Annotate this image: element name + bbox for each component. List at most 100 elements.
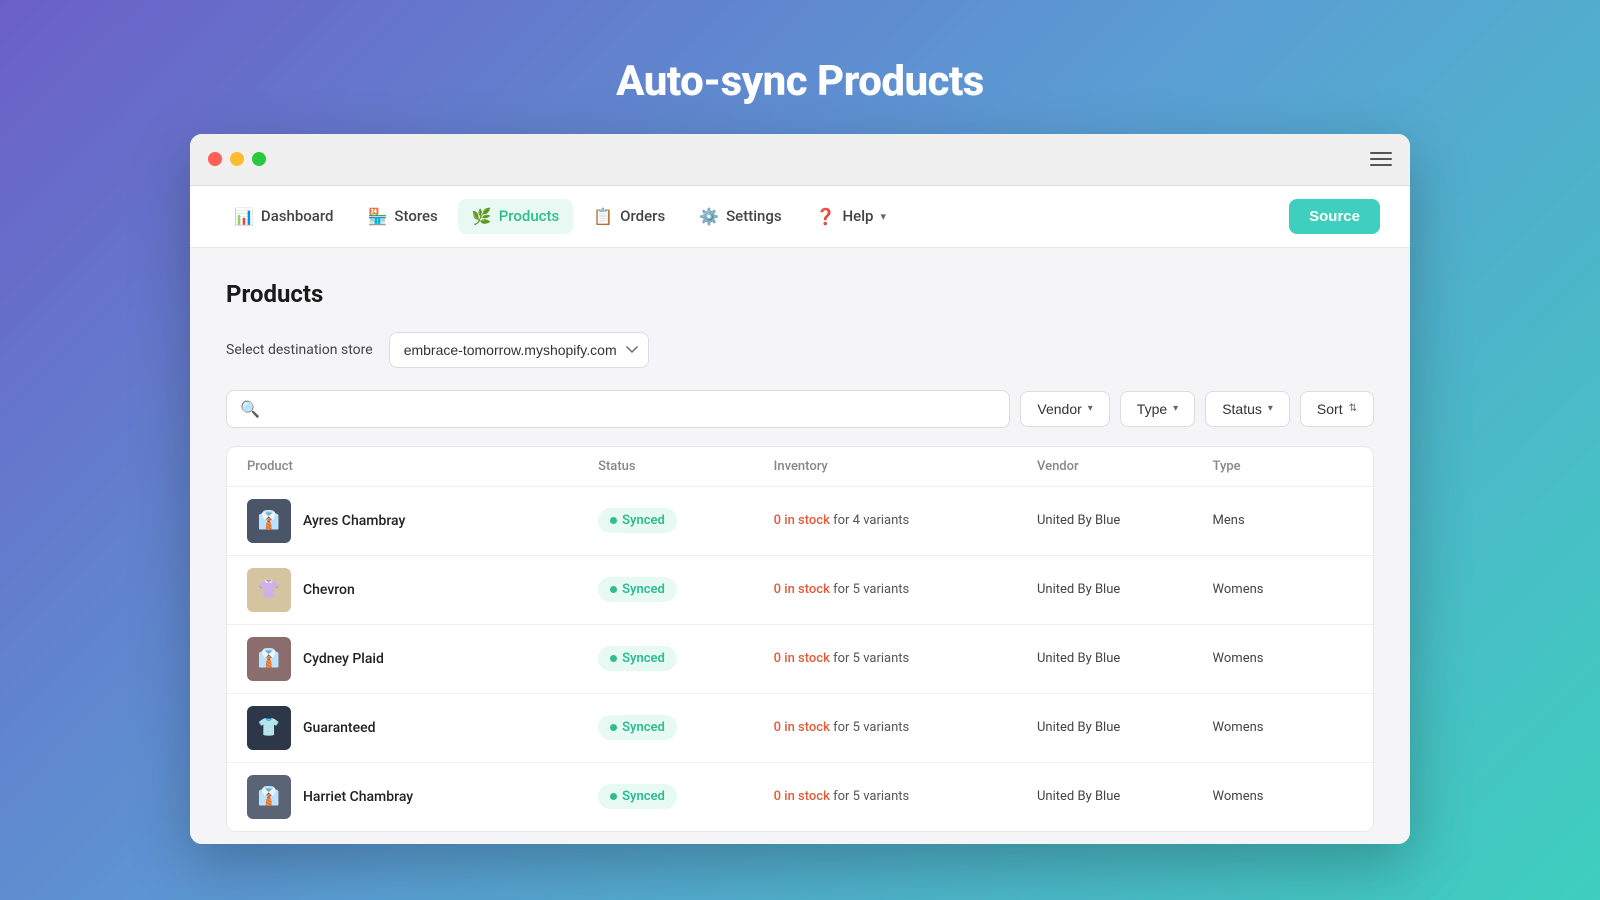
dashboard-icon: 📊 bbox=[234, 207, 254, 226]
stores-icon: 🏪 bbox=[368, 207, 388, 226]
synced-badge: Synced bbox=[598, 715, 677, 740]
col-header-product: Product bbox=[247, 459, 598, 474]
table-row[interactable]: 👕 Guaranteed Synced 0 in stock for 5 var… bbox=[227, 694, 1373, 763]
inventory-cell: 0 in stock for 4 variants bbox=[774, 513, 1037, 528]
inventory-text: for 4 variants bbox=[830, 513, 909, 528]
type-cell: Womens bbox=[1213, 651, 1353, 666]
status-label: Synced bbox=[622, 513, 665, 528]
nav-label-orders: Orders bbox=[620, 207, 665, 225]
product-name: Ayres Chambray bbox=[303, 513, 405, 529]
app-window: 📊 Dashboard 🏪 Stores 🌿 Products 📋 Orders… bbox=[190, 134, 1410, 844]
table-row[interactable]: 👔 Ayres Chambray Synced 0 in stock for 4… bbox=[227, 487, 1373, 556]
status-cell: Synced bbox=[598, 715, 774, 740]
product-thumbnail: 👔 bbox=[247, 775, 291, 819]
nav-label-help: Help bbox=[843, 207, 874, 225]
inventory-cell: 0 in stock for 5 variants bbox=[774, 582, 1037, 597]
title-bar bbox=[190, 134, 1410, 186]
maximize-button[interactable] bbox=[252, 152, 266, 166]
col-header-status: Status bbox=[598, 459, 774, 474]
page-title: Auto-sync Products bbox=[616, 57, 984, 106]
synced-dot-icon bbox=[610, 655, 617, 662]
source-button[interactable]: Source bbox=[1289, 199, 1380, 234]
status-chevron-icon: ▾ bbox=[1268, 403, 1273, 414]
store-selector-select[interactable]: embrace-tomorrow.myshopify.com bbox=[389, 332, 649, 368]
vendor-chevron-icon: ▾ bbox=[1088, 403, 1093, 414]
vendor-cell: United By Blue bbox=[1037, 651, 1213, 666]
toolbar-row: 🔍 Vendor ▾ Type ▾ Status ▾ Sort ⇅ bbox=[226, 390, 1374, 428]
table-row[interactable]: 👔 Harriet Chambray Synced 0 in stock for… bbox=[227, 763, 1373, 831]
type-cell: Womens bbox=[1213, 720, 1353, 735]
product-thumbnail: 👕 bbox=[247, 706, 291, 750]
product-cell: 👔 Cydney Plaid bbox=[247, 637, 598, 681]
vendor-filter-button[interactable]: Vendor ▾ bbox=[1020, 391, 1109, 427]
navbar: 📊 Dashboard 🏪 Stores 🌿 Products 📋 Orders… bbox=[190, 186, 1410, 248]
col-header-inventory: Inventory bbox=[774, 459, 1037, 474]
synced-badge: Synced bbox=[598, 508, 677, 533]
hamburger-menu[interactable] bbox=[1370, 152, 1392, 166]
nav-item-settings[interactable]: ⚙️ Settings bbox=[685, 199, 795, 234]
nav-item-orders[interactable]: 📋 Orders bbox=[579, 199, 679, 234]
search-wrapper: 🔍 bbox=[226, 390, 1010, 428]
vendor-cell: United By Blue bbox=[1037, 513, 1213, 528]
inventory-text: for 5 variants bbox=[830, 651, 909, 666]
product-thumbnail: 👔 bbox=[247, 637, 291, 681]
nav-item-help[interactable]: ❓ Help ▾ bbox=[802, 199, 900, 234]
table-body: 👔 Ayres Chambray Synced 0 in stock for 4… bbox=[227, 487, 1373, 831]
status-label: Synced bbox=[622, 582, 665, 597]
inventory-cell: 0 in stock for 5 variants bbox=[774, 789, 1037, 804]
inventory-text: for 5 variants bbox=[830, 582, 909, 597]
product-name: Chevron bbox=[303, 582, 355, 598]
table-row[interactable]: 👔 Cydney Plaid Synced 0 in stock for 5 v… bbox=[227, 625, 1373, 694]
col-header-type: Type bbox=[1213, 459, 1353, 474]
status-cell: Synced bbox=[598, 577, 774, 602]
help-chevron-icon: ▾ bbox=[880, 210, 886, 223]
inventory-zero: 0 in stock bbox=[774, 720, 830, 735]
nav-item-dashboard[interactable]: 📊 Dashboard bbox=[220, 199, 348, 234]
settings-icon: ⚙️ bbox=[699, 207, 719, 226]
status-filter-button[interactable]: Status ▾ bbox=[1205, 391, 1290, 427]
sort-chevron-icon: ⇅ bbox=[1349, 403, 1357, 414]
product-cell: 👕 Guaranteed bbox=[247, 706, 598, 750]
status-filter-label: Status bbox=[1222, 401, 1262, 417]
table-header: Product Status Inventory Vendor Type bbox=[227, 447, 1373, 487]
status-label: Synced bbox=[622, 789, 665, 804]
sort-button[interactable]: Sort ⇅ bbox=[1300, 391, 1374, 427]
nav-item-stores[interactable]: 🏪 Stores bbox=[354, 199, 452, 234]
search-input[interactable] bbox=[226, 390, 1010, 428]
section-title: Products bbox=[226, 280, 1374, 308]
search-icon: 🔍 bbox=[240, 399, 260, 418]
synced-badge: Synced bbox=[598, 784, 677, 809]
type-cell: Mens bbox=[1213, 513, 1353, 528]
product-cell: 👚 Chevron bbox=[247, 568, 598, 612]
inventory-zero: 0 in stock bbox=[774, 651, 830, 666]
status-cell: Synced bbox=[598, 646, 774, 671]
vendor-cell: United By Blue bbox=[1037, 720, 1213, 735]
status-cell: Synced bbox=[598, 508, 774, 533]
close-button[interactable] bbox=[208, 152, 222, 166]
vendor-cell: United By Blue bbox=[1037, 582, 1213, 597]
nav-label-settings: Settings bbox=[726, 207, 782, 225]
products-icon: 🌿 bbox=[472, 207, 492, 226]
synced-badge: Synced bbox=[598, 577, 677, 602]
minimize-button[interactable] bbox=[230, 152, 244, 166]
table-row[interactable]: 👚 Chevron Synced 0 in stock for 5 varian… bbox=[227, 556, 1373, 625]
synced-dot-icon bbox=[610, 724, 617, 731]
nav-label-dashboard: Dashboard bbox=[261, 207, 334, 225]
help-icon: ❓ bbox=[816, 207, 836, 226]
synced-dot-icon bbox=[610, 517, 617, 524]
nav-label-products: Products bbox=[499, 207, 560, 225]
store-selector-label: Select destination store bbox=[226, 342, 373, 358]
type-chevron-icon: ▾ bbox=[1173, 403, 1178, 414]
inventory-zero: 0 in stock bbox=[774, 789, 830, 804]
orders-icon: 📋 bbox=[593, 207, 613, 226]
status-cell: Synced bbox=[598, 784, 774, 809]
type-filter-button[interactable]: Type ▾ bbox=[1120, 391, 1195, 427]
type-cell: Womens bbox=[1213, 789, 1353, 804]
nav-item-products[interactable]: 🌿 Products bbox=[458, 199, 573, 234]
inventory-zero: 0 in stock bbox=[774, 513, 830, 528]
window-controls bbox=[208, 152, 266, 166]
col-header-vendor: Vendor bbox=[1037, 459, 1213, 474]
type-cell: Womens bbox=[1213, 582, 1353, 597]
vendor-cell: United By Blue bbox=[1037, 789, 1213, 804]
product-thumbnail: 👚 bbox=[247, 568, 291, 612]
